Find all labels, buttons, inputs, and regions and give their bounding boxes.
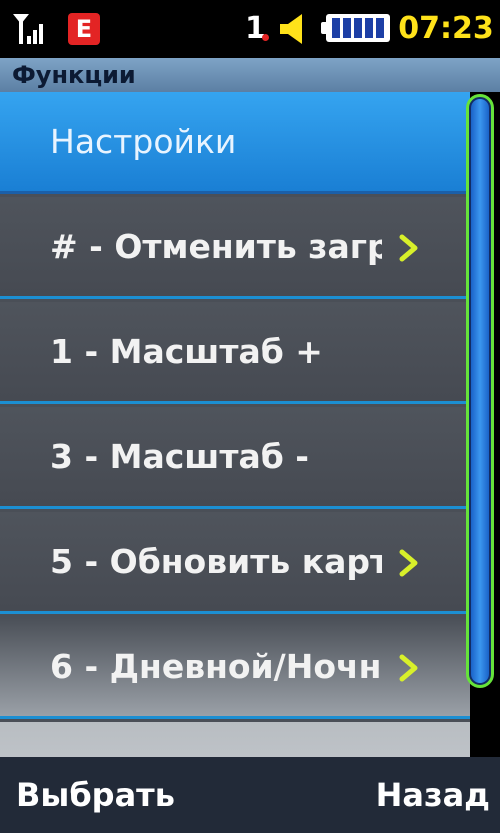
menu-item-day-night[interactable]: 6 - Дневной/Ночно (0, 617, 470, 719)
signal-icon (13, 14, 43, 44)
speaker-icon (280, 14, 302, 44)
chevron-right-icon (399, 654, 418, 682)
scrollbar[interactable] (466, 94, 494, 688)
menu-item-zoom-out[interactable]: 3 - Масштаб - (0, 407, 470, 509)
menu-item-label: 3 - Масштаб - (50, 437, 309, 476)
scroll-thumb[interactable] (471, 99, 489, 683)
select-softkey[interactable]: Выбрать (16, 757, 175, 833)
clock: 07:23 (398, 11, 494, 46)
menu-item-label: 6 - Дневной/Ночно (50, 647, 382, 686)
page-title: Функции (12, 61, 136, 89)
active-line-indicator: 1 (245, 11, 266, 46)
menu-item-label: 1 - Масштаб + (50, 332, 323, 371)
menu-item-cancel-download[interactable]: # - Отменить загр (0, 197, 470, 299)
edge-network-icon: E (68, 13, 100, 45)
menu-item-label: 5 - Обновить карт (50, 542, 382, 581)
menu-item-label: Настройки (50, 122, 237, 161)
menu-header: Функции (0, 58, 500, 92)
battery-icon (321, 14, 390, 42)
menu-item-zoom-in[interactable]: 1 - Масштаб + (0, 302, 470, 404)
chevron-right-icon (399, 549, 418, 577)
menu-item-next-partial[interactable] (0, 722, 470, 757)
back-softkey[interactable]: Назад (376, 757, 490, 833)
menu-item-refresh-map[interactable]: 5 - Обновить карт (0, 512, 470, 614)
softkey-bar: Выбрать Назад (0, 757, 500, 833)
options-menu: Настройки # - Отменить загр 1 - Масштаб … (0, 92, 470, 757)
menu-item-settings[interactable]: Настройки (0, 92, 470, 194)
status-bar: E 1 07:23 (0, 0, 500, 58)
line-dot (262, 34, 269, 41)
menu-item-label: # - Отменить загр (50, 227, 382, 266)
chevron-right-icon (399, 234, 418, 262)
